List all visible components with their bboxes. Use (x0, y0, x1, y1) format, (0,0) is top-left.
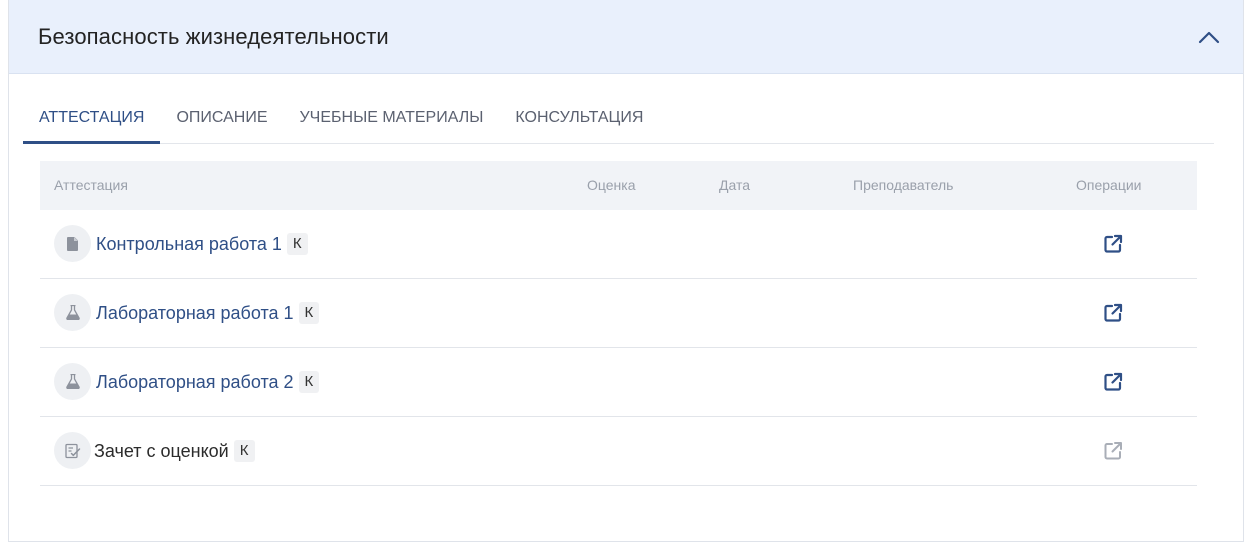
column-header-date: Дата (719, 177, 751, 193)
open-external-button[interactable] (1101, 370, 1125, 394)
external-link-icon (1104, 442, 1122, 460)
control-badge: К (233, 440, 255, 462)
open-external-button-disabled (1101, 439, 1125, 463)
row-title-link[interactable]: Контрольная работа 1 (96, 234, 282, 255)
row-title-link[interactable]: Лабораторная работа 2 (96, 372, 294, 393)
external-link-icon (1104, 234, 1123, 253)
column-header-attestation: Аттестация (54, 177, 128, 193)
table-row: Контрольная работа 1 К (40, 210, 1197, 279)
control-badge: К (286, 233, 308, 255)
column-header-teacher: Преподаватель (853, 177, 954, 193)
tab-bar: АТТЕСТАЦИЯ ОПИСАНИЕ УЧЕБНЫЕ МАТЕРИАЛЫ КО… (23, 97, 1214, 144)
control-badge: К (298, 302, 320, 324)
checklist-icon (64, 443, 80, 458)
row-title-text: Зачет с оценкой (94, 440, 229, 461)
tab-attestation[interactable]: АТТЕСТАЦИЯ (23, 97, 161, 144)
row-icon-wrap (54, 363, 91, 400)
table-row: Зачет с оценкой К (40, 417, 1197, 486)
tab-description[interactable]: ОПИСАНИЕ (160, 97, 283, 143)
row-title-link[interactable]: Лабораторная работа 1 (96, 303, 294, 324)
row-title-wrap: Контрольная работа 1 К (96, 210, 308, 278)
column-header-grade: Оценка (587, 177, 636, 193)
chevron-up-icon (1198, 31, 1220, 43)
row-icon-wrap (54, 225, 91, 262)
table-row: Лабораторная работа 1 К (40, 279, 1197, 348)
open-external-button[interactable] (1101, 232, 1125, 256)
tab-materials[interactable]: УЧЕБНЫЕ МАТЕРИАЛЫ (284, 97, 500, 143)
row-title-wrap: Лабораторная работа 2 К (96, 348, 320, 416)
document-icon (66, 236, 78, 251)
attestation-table: Аттестация Оценка Дата Преподаватель Опе… (40, 161, 1197, 486)
external-link-icon (1104, 303, 1123, 322)
row-title-wrap: Зачет с оценкой К (94, 417, 255, 485)
open-external-button[interactable] (1101, 301, 1125, 325)
flask-icon (65, 374, 80, 389)
control-badge: К (298, 371, 320, 393)
collapse-button[interactable] (1193, 21, 1225, 53)
row-icon-wrap (54, 432, 91, 469)
table-row: Лабораторная работа 2 К (40, 348, 1197, 417)
column-header-operations: Операции (1076, 177, 1142, 193)
external-link-icon (1104, 372, 1123, 391)
table-header: Аттестация Оценка Дата Преподаватель Опе… (40, 161, 1197, 210)
row-icon-wrap (54, 294, 91, 331)
card-header[interactable]: Безопасность жизнедеятельности (9, 0, 1243, 74)
course-title: Безопасность жизнедеятельности (38, 23, 389, 49)
flask-icon (65, 305, 80, 320)
row-title-wrap: Лабораторная работа 1 К (96, 279, 320, 347)
tab-consultation[interactable]: КОНСУЛЬТАЦИЯ (499, 97, 659, 143)
